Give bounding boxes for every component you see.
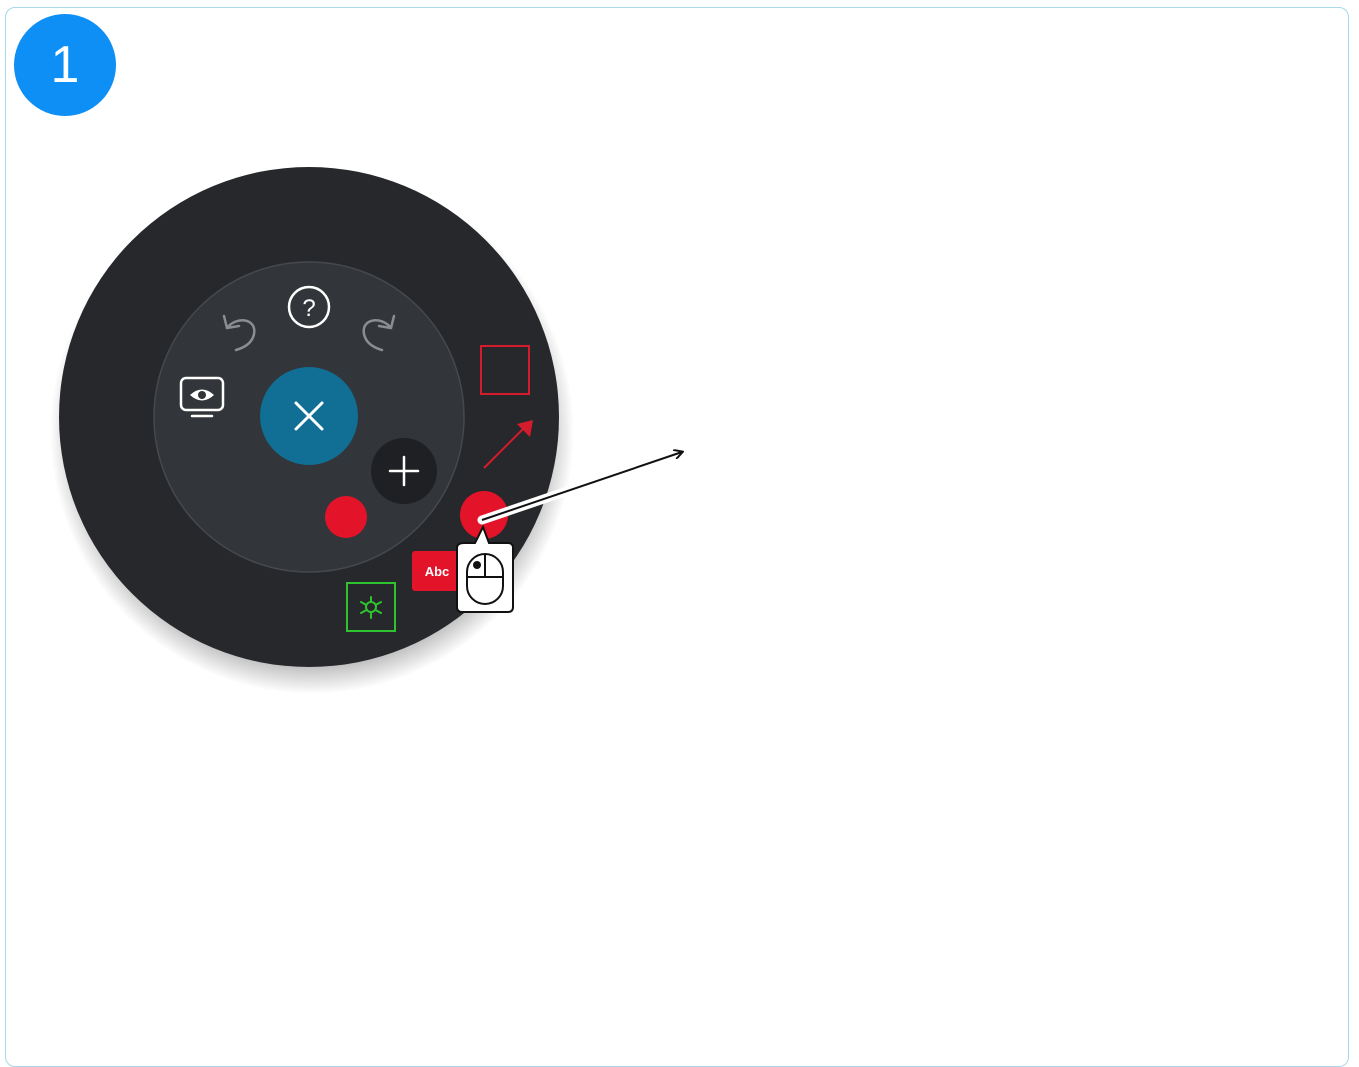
color-swatch-red[interactable] xyxy=(325,496,367,538)
add-button[interactable] xyxy=(371,438,437,504)
close-button[interactable] xyxy=(260,367,358,465)
text-icon-label: Abc xyxy=(425,564,450,579)
svg-text:?: ? xyxy=(302,295,315,322)
radial-menu: ? Abc xyxy=(50,167,687,694)
